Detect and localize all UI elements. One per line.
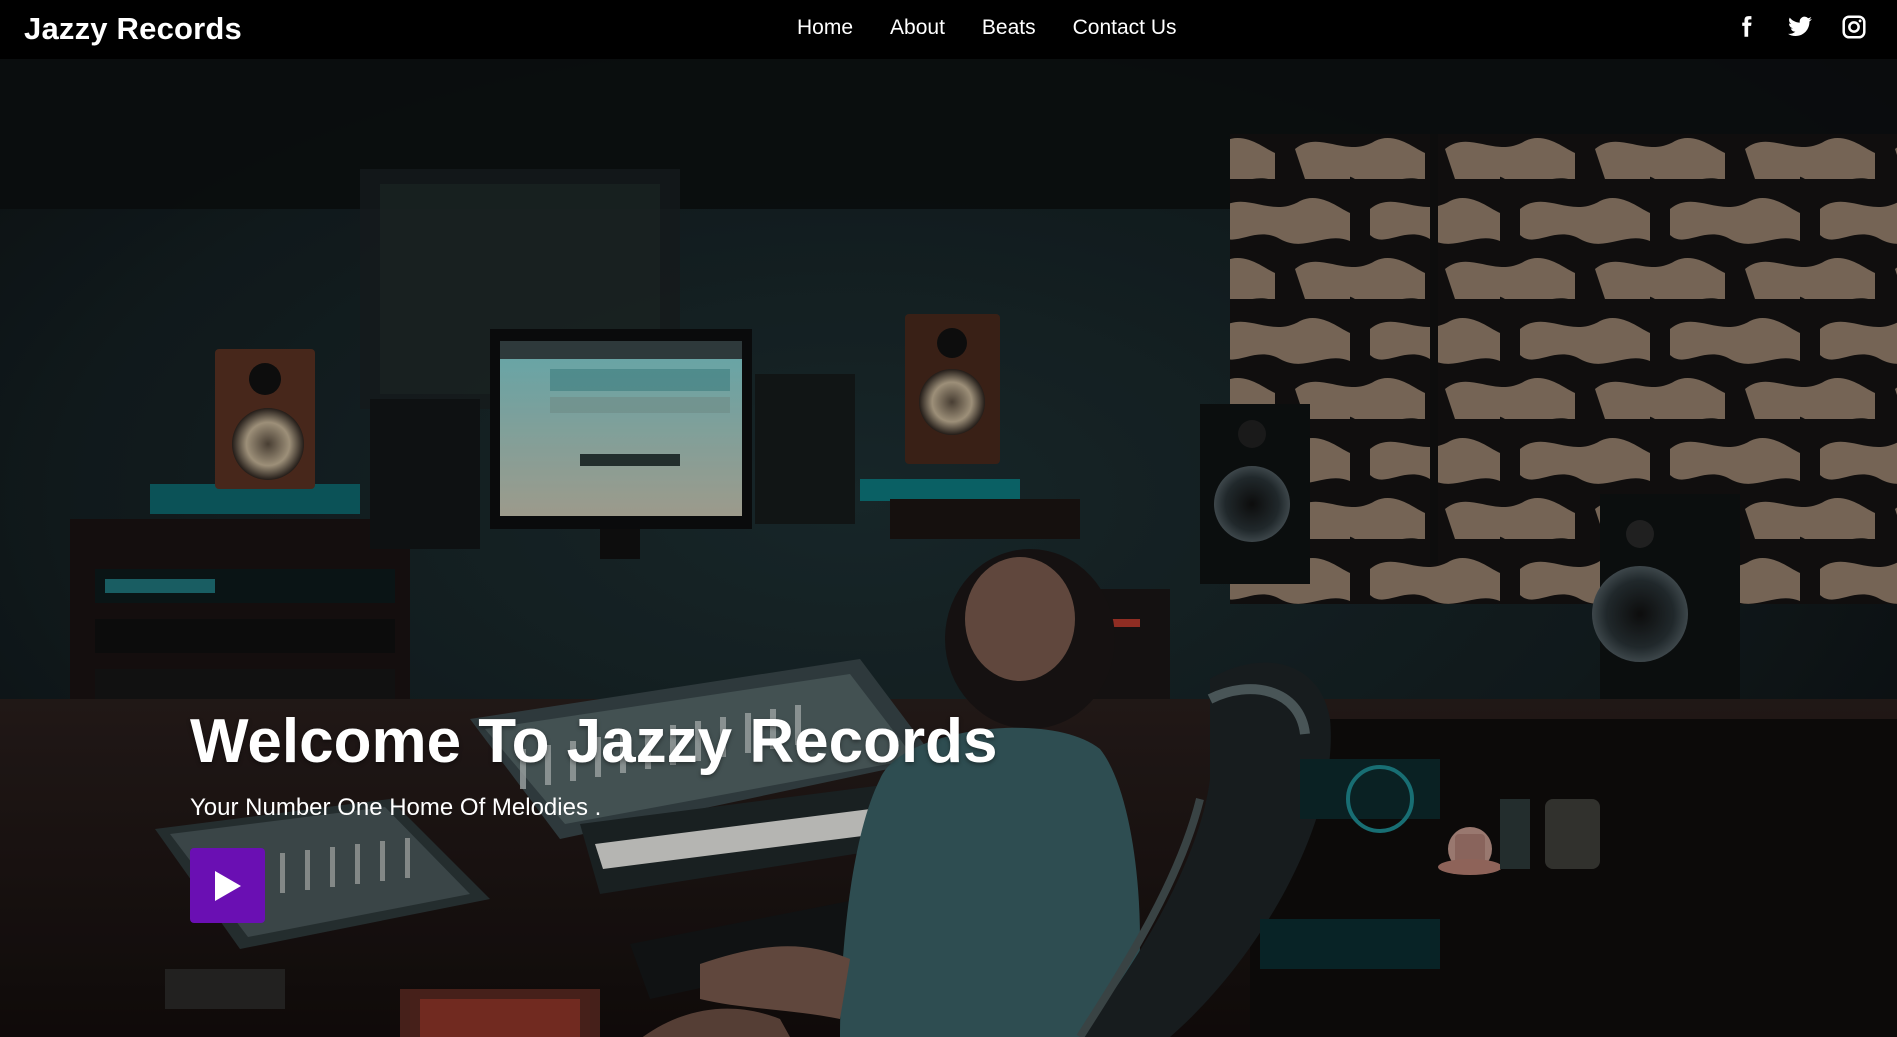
nav-beats-link[interactable]: Beats xyxy=(982,16,1036,40)
nav-about-link[interactable]: About xyxy=(890,16,945,40)
play-icon xyxy=(214,870,241,901)
twitter-icon[interactable] xyxy=(1787,14,1813,40)
hero-title: Welcome To Jazzy Records xyxy=(190,707,998,776)
hero-section: Welcome To Jazzy Records Your Number One… xyxy=(0,59,1897,1037)
social-links xyxy=(1733,14,1867,40)
top-navbar: Jazzy Records Home About Beats Contact U… xyxy=(0,0,1897,59)
studio-background-image xyxy=(0,59,1897,1037)
main-nav: Home About Beats Contact Us xyxy=(797,16,1214,40)
nav-home-link[interactable]: Home xyxy=(797,16,853,40)
play-button[interactable] xyxy=(190,848,265,923)
hero-subtitle: Your Number One Home Of Melodies . xyxy=(190,794,602,821)
nav-contact-link[interactable]: Contact Us xyxy=(1073,16,1177,40)
instagram-icon[interactable] xyxy=(1841,14,1867,40)
facebook-icon[interactable] xyxy=(1733,14,1759,40)
brand-logo[interactable]: Jazzy Records xyxy=(24,11,242,47)
